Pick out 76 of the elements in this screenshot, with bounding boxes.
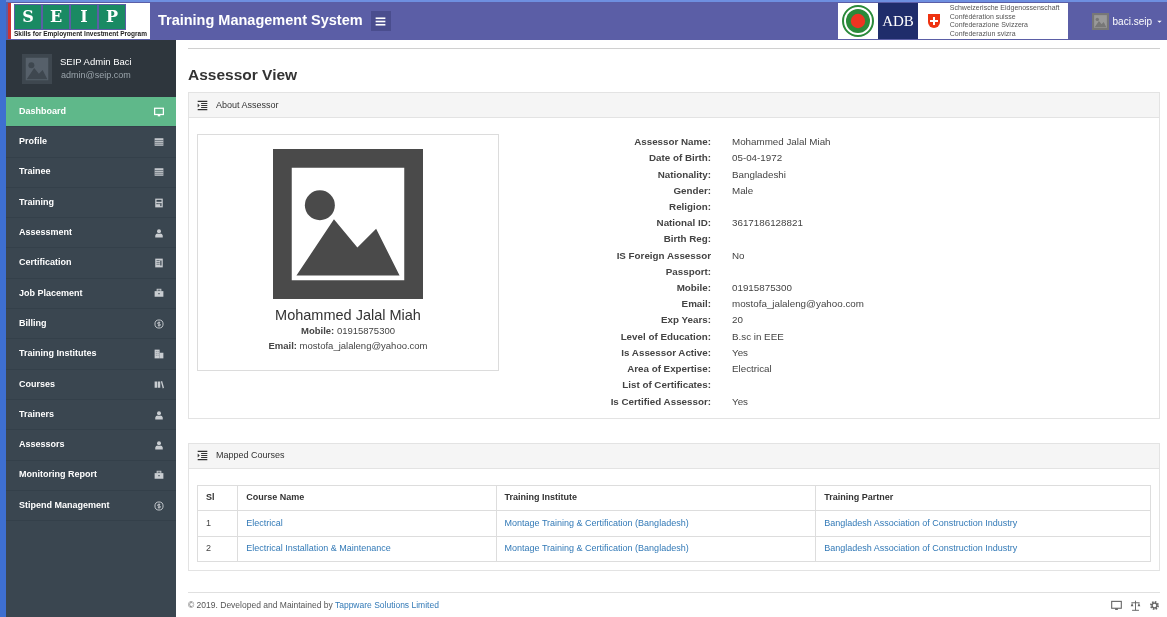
detail-label: Is Assessor Active:: [620, 345, 711, 360]
detail-value: No: [732, 248, 746, 263]
page-title: Assessor View: [188, 65, 299, 85]
detail-value: Electrical: [732, 362, 773, 377]
user-email: admin@seip.com: [61, 68, 131, 82]
person-icon: [154, 409, 164, 420]
dollar-coin-icon: [154, 500, 164, 511]
panel-title: About Assessor: [216, 98, 279, 112]
table-cell: 1: [197, 510, 238, 537]
detail-label: Is Certified Assessor:: [609, 394, 711, 409]
footer-text: © 2019. Developed and Maintained by Tappware Solutions Limited: [188, 598, 439, 612]
detail-label: Passport:: [664, 264, 711, 279]
person-icon: [154, 439, 164, 450]
user-menu[interactable]: baci.seip: [1112, 13, 1163, 29]
detail-value: Male: [732, 183, 755, 198]
detail-label: Email:: [680, 297, 711, 312]
column-header: Training Partner: [815, 485, 1151, 511]
document-icon: [154, 258, 164, 269]
calculator-icon: [154, 197, 164, 208]
table-link[interactable]: Electrical: [246, 517, 283, 528]
detail-value: Bangladeshi: [732, 167, 787, 182]
detail-value: Yes: [732, 394, 749, 409]
column-header: Sl: [197, 485, 238, 511]
image-placeholder-icon: [273, 149, 423, 300]
column-header: Training Institute: [496, 485, 816, 511]
detail-value: 3617186128821: [732, 216, 804, 231]
adb-logo: ADB: [878, 3, 918, 39]
profile-name: Mohammed Jalal Miah: [275, 307, 421, 325]
detail-value: mostofa_jalaleng@yahoo.com: [732, 297, 865, 312]
detail-label: Assessor Name:: [633, 135, 711, 150]
detail-label: National ID:: [655, 216, 711, 231]
table-cell: 2: [197, 536, 238, 562]
swiss-shield-icon: [925, 12, 942, 30]
detail-label: Gender:: [672, 183, 711, 198]
detail-label: Mobile:: [675, 281, 711, 296]
profile-email: Email: mostofa_jalaleng@yahoo.com: [268, 338, 428, 353]
monitor-icon[interactable]: [1111, 599, 1122, 611]
briefcase-icon: [154, 470, 164, 481]
panel-title: Mapped Courses: [216, 448, 285, 462]
briefcase-icon: [154, 288, 164, 299]
column-header: Course Name: [237, 485, 497, 511]
detail-value: 20: [732, 313, 744, 328]
menu-icon: [374, 14, 388, 28]
detail-label: Nationality:: [656, 167, 711, 182]
user-name: SEIP Admin Baci: [60, 54, 132, 69]
avatar-placeholder-icon: [1091, 12, 1109, 30]
menu-toggle-button[interactable]: [370, 11, 391, 31]
footer-link[interactable]: Tappware Solutions Limited: [334, 599, 439, 610]
detail-value: Mohammed Jalal Miah: [732, 135, 832, 150]
detail-value: 05-04-1972: [732, 151, 784, 166]
detail-value: 01915875300: [732, 281, 793, 296]
detail-label: List of Certificates:: [621, 378, 711, 393]
profile-mobile: Mobile: 01915875300: [301, 324, 395, 339]
detail-value: B.sc in EEE: [732, 329, 785, 344]
person-icon: [154, 227, 164, 238]
app-title: Training Management System: [157, 11, 363, 31]
indent-list-icon: [197, 450, 208, 462]
detail-label: Area of Expertise:: [626, 362, 711, 377]
detail-label: Level of Education:: [619, 329, 711, 344]
list-icon: [154, 136, 164, 147]
avatar-placeholder-icon: [22, 53, 52, 84]
list-icon: [154, 167, 164, 178]
detail-label: Date of Birth:: [647, 151, 711, 166]
monitor-icon: [154, 106, 164, 117]
detail-label: IS Foreign Assessor: [615, 248, 711, 263]
indent-list-icon: [197, 99, 208, 111]
dollar-coin-icon: [154, 318, 164, 329]
detail-label: Exp Years:: [660, 313, 711, 328]
settings-icon[interactable]: [1149, 599, 1160, 611]
detail-value: Yes: [732, 345, 749, 360]
detail-label: Birth Reg:: [662, 232, 711, 247]
emblem-logo: [842, 5, 875, 37]
detail-label: Religion:: [668, 200, 711, 215]
balance-scale-icon[interactable]: [1130, 599, 1141, 611]
books-icon: [154, 379, 164, 390]
building-icon: [154, 349, 164, 359]
